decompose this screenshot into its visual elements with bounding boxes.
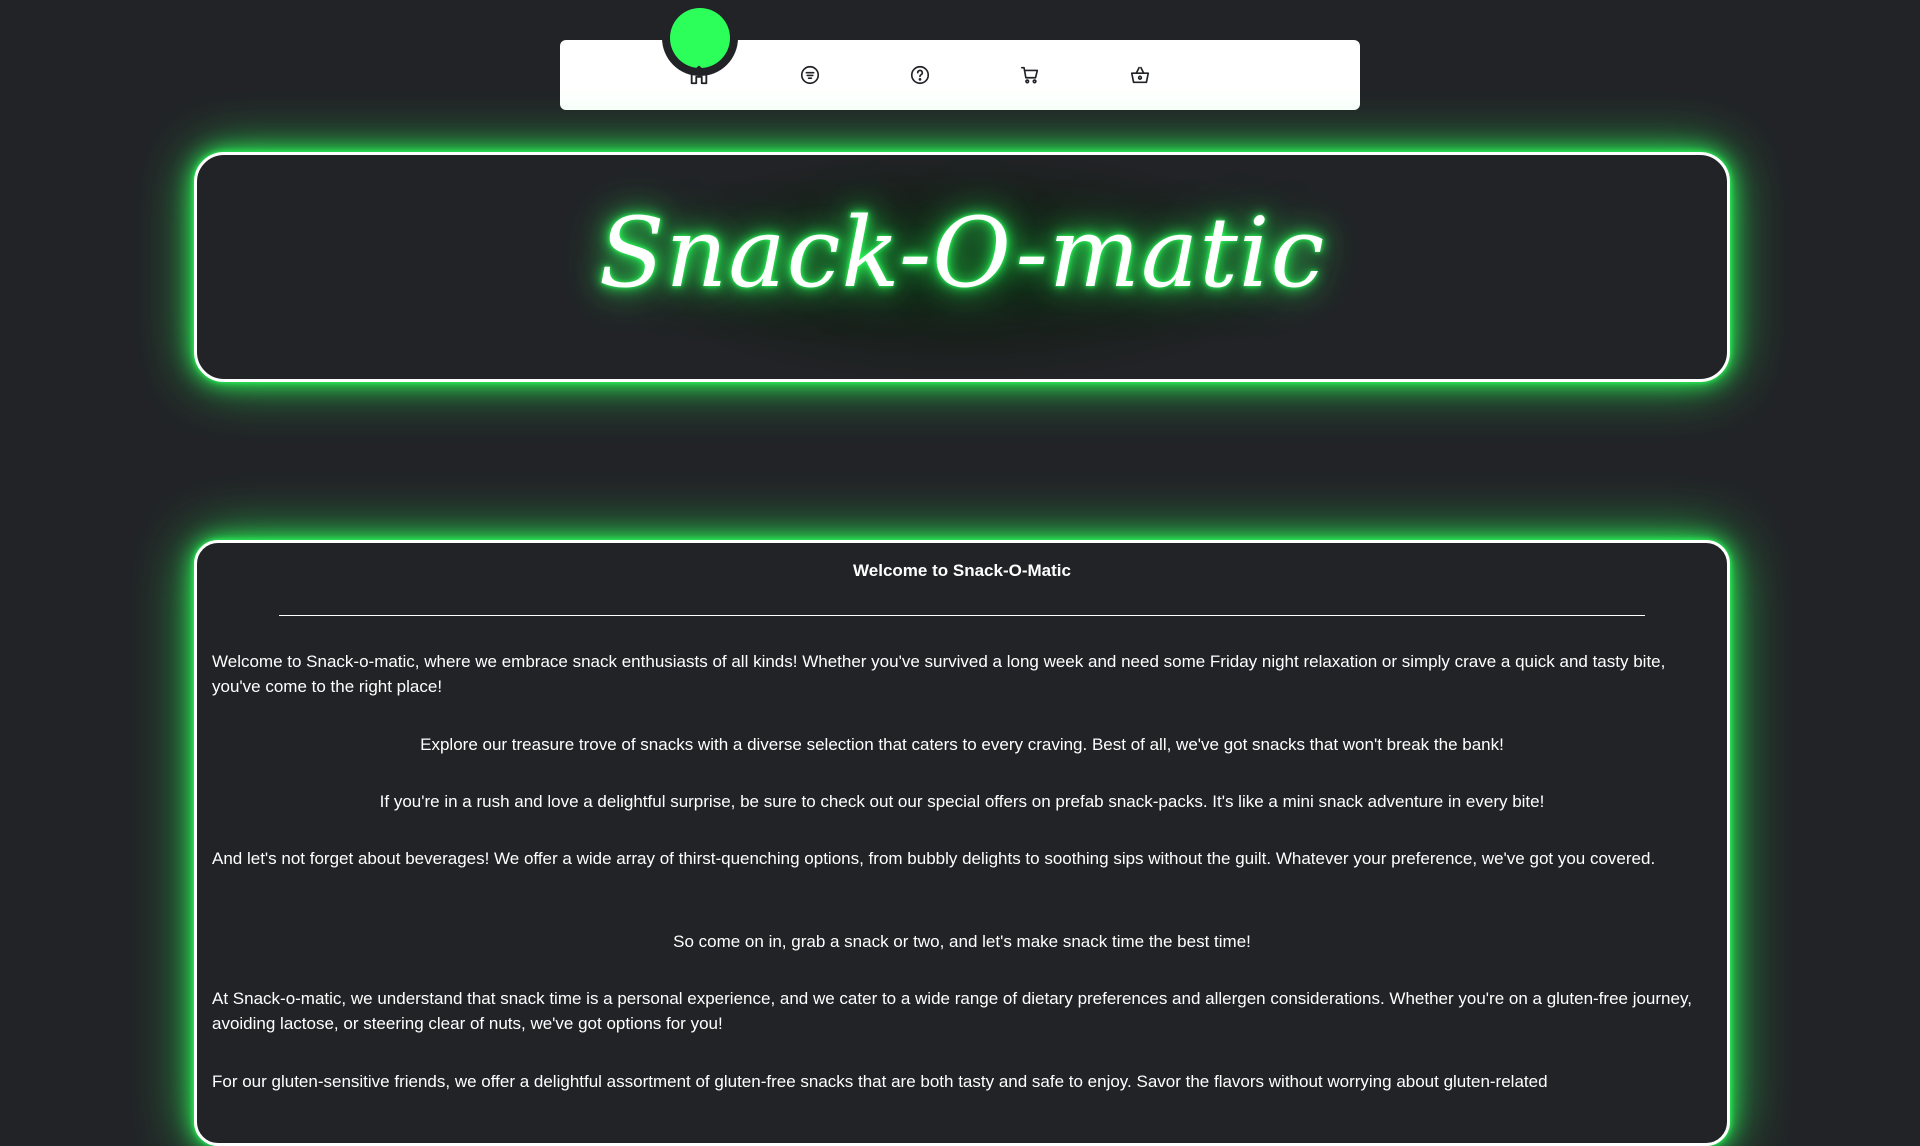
top-navigation — [560, 0, 1360, 110]
nav-cart[interactable] — [1013, 58, 1047, 92]
welcome-heading: Welcome to Snack-O-Matic — [853, 561, 1071, 580]
heading-divider — [279, 615, 1645, 616]
basket-icon — [1130, 66, 1150, 84]
paragraph: So come on in, grab a snack or two, and … — [673, 932, 1251, 951]
paragraph: For our gluten-sensitive friends, we off… — [212, 1072, 1548, 1091]
cart-icon — [1020, 66, 1039, 84]
question-icon — [910, 65, 930, 85]
paragraph: And let's not forget about beverages! We… — [212, 849, 1656, 868]
nav-help[interactable] — [903, 58, 937, 92]
nav-basket[interactable] — [1123, 58, 1157, 92]
welcome-panel: Welcome to Snack-O-Matic Welcome to Snac… — [194, 540, 1730, 1146]
paragraph: Welcome to Snack-o-matic, where we embra… — [212, 652, 1666, 696]
menu-list-icon — [800, 65, 820, 85]
paragraph: If you're in a rush and love a delightfu… — [379, 792, 1545, 811]
home-icon — [690, 65, 708, 85]
paragraph: At Snack-o-matic, we understand that sna… — [212, 989, 1692, 1033]
nav-menu[interactable] — [793, 58, 827, 92]
site-title: Snack-O-matic — [598, 197, 1326, 309]
header-banner: Snack-O-matic — [194, 152, 1730, 382]
paragraph: Explore our treasure trove of snacks wit… — [420, 735, 1504, 754]
nav-home[interactable] — [682, 58, 716, 92]
